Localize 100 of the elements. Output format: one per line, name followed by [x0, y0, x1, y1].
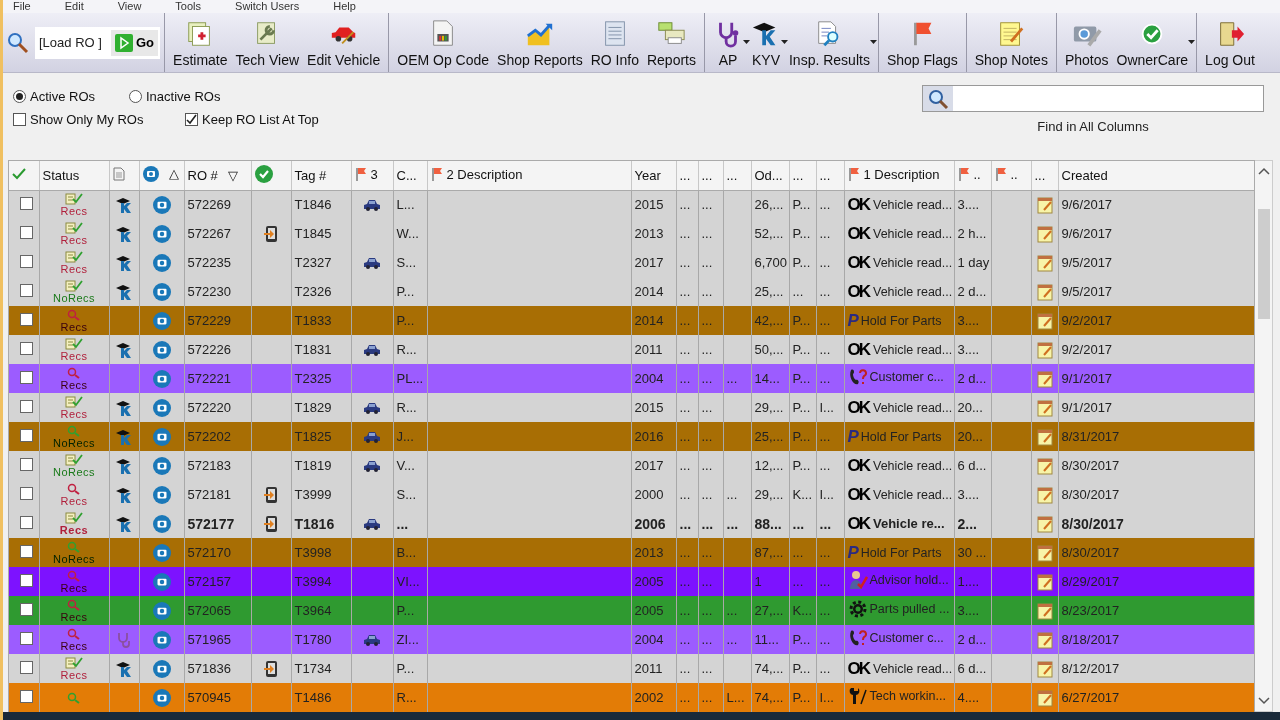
table-row[interactable]: Recs 572181 T3999 S... 2000 ... ... ... 29,... K... I... OK Vehicle read... 3.... 8/30/2017	[9, 480, 1254, 509]
row-checkbox[interactable]	[20, 399, 33, 413]
radio-button[interactable]: Active ROs	[13, 89, 129, 104]
column-header[interactable]: ...	[816, 161, 844, 190]
column-header[interactable]: 3	[351, 161, 393, 190]
table-row[interactable]: Recs 572235 T2327 S... 2017 ... ... 6,700 P... ... OK Vehicle read... 1 day 9/5/2017	[9, 248, 1254, 277]
notepad-icon[interactable]	[1035, 485, 1054, 504]
search-icon[interactable]	[7, 31, 29, 54]
notepad-icon[interactable]	[1035, 601, 1054, 620]
toolbar-button[interactable]: Shop Notes	[965, 13, 1052, 72]
camera-icon[interactable]	[152, 311, 171, 330]
column-header[interactable]	[251, 161, 291, 190]
toolbar-button[interactable]: Reports	[642, 13, 700, 72]
menu-item[interactable]: View	[117, 0, 142, 13]
menu-item[interactable]: File	[13, 0, 31, 13]
toolbar-button[interactable]: Tech View	[231, 13, 304, 72]
row-checkbox[interactable]	[20, 283, 33, 297]
row-checkbox[interactable]	[20, 631, 33, 645]
camera-icon[interactable]	[152, 369, 171, 388]
column-header[interactable]	[9, 161, 39, 190]
table-row[interactable]: Recs 572065 T3964 P... 2005 ... ... ... 27,... K... ... Parts pulled ... 3.... 8/23/2017	[9, 596, 1254, 625]
table-row[interactable]: 570945 T1486 R... 2002 ... ... L... 74,... P... I... Tech workin... 4.... 6/27/2017	[9, 683, 1254, 712]
checkbox[interactable]: Show Only My ROs	[13, 112, 185, 127]
column-header[interactable]: ...	[698, 161, 723, 190]
toolbar-button[interactable]: Log Out	[1196, 13, 1259, 72]
notepad-icon[interactable]	[1035, 311, 1054, 330]
camera-icon[interactable]	[152, 456, 171, 475]
table-row[interactable]: Recs 571965 T1780 ZI... 2004 ... ... ... 11... P... ... Customer c... 2 d... 8/18/2017	[9, 625, 1254, 654]
camera-icon[interactable]	[152, 601, 171, 620]
column-header[interactable]: Year	[631, 161, 676, 190]
scroll-thumb[interactable]	[1257, 209, 1270, 319]
toolbar-button[interactable]: OwnerCare	[1112, 13, 1193, 72]
camera-icon[interactable]	[152, 427, 171, 446]
table-row[interactable]: Recs 572226 T1831 R... 2011 ... ... 50,... P... ... OK Vehicle read... 3.... 9/2/2017	[9, 335, 1254, 364]
table-row[interactable]: Recs 572221 T2325 PL... 2004 ... ... ... 14... P... ... Customer c... 2 d... 9/1/2017	[9, 364, 1254, 393]
row-checkbox[interactable]	[20, 312, 33, 326]
toolbar-button[interactable]: RO Info	[586, 13, 643, 72]
column-header[interactable]: 2 Description	[427, 161, 631, 190]
search-field[interactable]	[922, 85, 1264, 112]
column-header[interactable]: 1 Description	[844, 161, 954, 190]
row-checkbox[interactable]	[20, 602, 33, 616]
column-header[interactable]: C...	[393, 161, 427, 190]
column-header[interactable]: Od...	[751, 161, 789, 190]
scrollbar[interactable]	[1255, 160, 1273, 712]
camera-icon[interactable]	[152, 253, 171, 272]
notepad-icon[interactable]	[1035, 630, 1054, 649]
menu-item[interactable]: Tools	[175, 0, 202, 13]
column-header[interactable]: ...	[1031, 161, 1058, 190]
column-header[interactable]: Created	[1058, 161, 1254, 190]
row-checkbox[interactable]	[20, 544, 33, 558]
camera-icon[interactable]	[152, 572, 171, 591]
row-checkbox[interactable]	[20, 689, 33, 703]
toolbar-button[interactable]: Shop Flags	[877, 13, 962, 72]
notepad-icon[interactable]	[1035, 543, 1054, 562]
row-checkbox[interactable]	[20, 254, 33, 268]
toolbar-button[interactable]: Photos	[1055, 13, 1113, 72]
notepad-icon[interactable]	[1035, 659, 1054, 678]
table-row[interactable]: NoRecs 572230 T2326 P... 2014 ... ... 25,... ... ... OK Vehicle read... 2 d... 9/5/2017	[9, 277, 1254, 306]
table-row[interactable]: Recs 572229 T1833 P... 2014 ... ... 42,... P... ... P Hold For Parts 3.... 9/2/2017	[9, 306, 1254, 335]
scroll-up-icon[interactable]	[1257, 167, 1270, 175]
camera-icon[interactable]	[152, 543, 171, 562]
table-row[interactable]: Recs 571836 T1734 P... 2011 ... ... 74,... P... ... OK Vehicle read... 6 d... 8/12/2017	[9, 654, 1254, 683]
row-checkbox[interactable]	[20, 225, 33, 239]
radio-button[interactable]: Inactive ROs	[129, 89, 221, 104]
notepad-icon[interactable]	[1035, 340, 1054, 359]
menu-item[interactable]: Edit	[64, 0, 84, 13]
notepad-icon[interactable]	[1035, 282, 1054, 301]
row-checkbox[interactable]	[20, 486, 33, 500]
camera-icon[interactable]	[152, 514, 171, 533]
camera-icon[interactable]	[152, 224, 171, 243]
row-checkbox[interactable]	[20, 428, 33, 442]
notepad-icon[interactable]	[1035, 427, 1054, 446]
column-header[interactable]: ...	[789, 161, 816, 190]
toolbar-button[interactable]: Insp. Results	[785, 13, 874, 72]
toolbar-button[interactable]: Shop Reports	[493, 13, 587, 72]
column-header[interactable]: Tag #	[291, 161, 351, 190]
camera-icon[interactable]	[152, 659, 171, 678]
scroll-down-icon[interactable]	[1257, 697, 1270, 705]
camera-icon[interactable]	[152, 630, 171, 649]
table-row[interactable]: Recs 572269 T1846 L... 2015 ... ... 26,... P... ... OK Vehicle read... 3.... 9/6/2017	[9, 190, 1254, 219]
toolbar-button[interactable]: AP	[704, 13, 747, 72]
camera-icon[interactable]	[152, 485, 171, 504]
go-button[interactable]: Go	[111, 29, 159, 56]
notepad-icon[interactable]	[1035, 369, 1054, 388]
row-checkbox[interactable]	[20, 370, 33, 384]
column-header[interactable]: ...	[676, 161, 698, 190]
row-checkbox[interactable]	[20, 515, 33, 529]
column-header[interactable]: △	[139, 161, 184, 190]
notepad-icon[interactable]	[1035, 224, 1054, 243]
toolbar-button[interactable]: KYV	[747, 13, 785, 72]
menu-item[interactable]: Help	[333, 0, 356, 13]
notepad-icon[interactable]	[1035, 572, 1054, 591]
row-checkbox[interactable]	[20, 457, 33, 471]
camera-icon[interactable]	[152, 340, 171, 359]
notepad-icon[interactable]	[1035, 398, 1054, 417]
column-header[interactable]: ..	[954, 161, 991, 190]
camera-icon[interactable]	[152, 282, 171, 301]
column-header[interactable]: ...	[723, 161, 751, 190]
column-header[interactable]: ..	[991, 161, 1031, 190]
table-row[interactable]: NoRecs 572183 T1819 V... 2017 ... ... 12,... P... ... OK Vehicle read... 6 d... 8/30/2017	[9, 451, 1254, 480]
